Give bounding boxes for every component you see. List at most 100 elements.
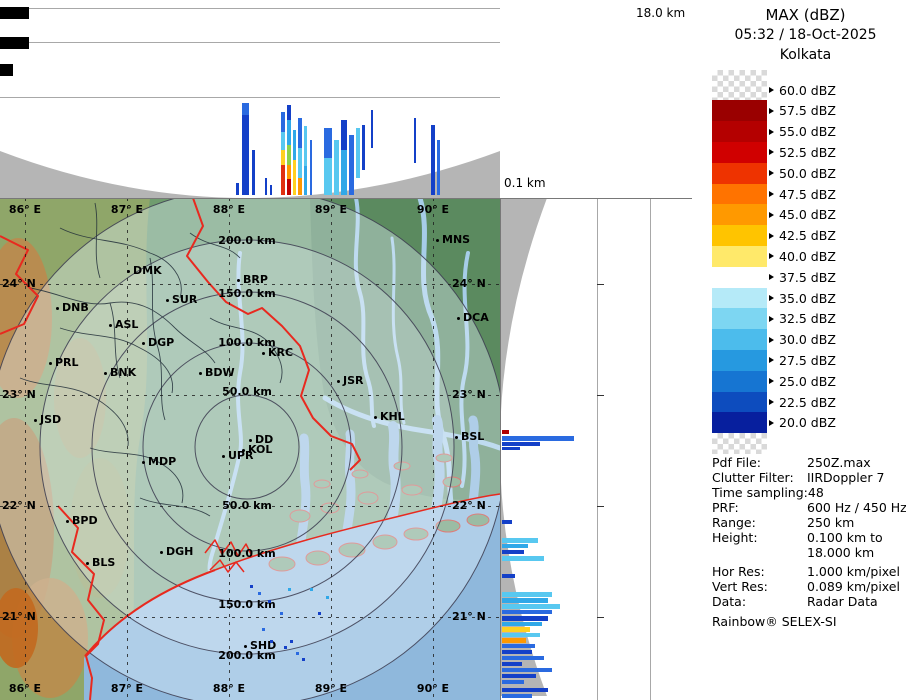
legend-entry: 35.0 dBZ [769,290,836,306]
echo-bar [502,622,542,626]
echo-speck [250,585,253,588]
lat-label: 22° N [452,499,486,512]
city-label: BSL [461,430,484,443]
map-panel: 86° E86° E87° E87° E88° E88° E89° E89° E… [0,198,500,700]
city-label: BLS [92,556,115,569]
height-gridline [650,198,651,700]
range-ring-label: 50.0 km [222,499,272,512]
echo-bar [502,436,574,441]
echo-bar [287,179,291,195]
echo-bar [502,538,538,543]
info-field-label: Pdf File: [712,455,761,470]
echo-speck [280,612,283,615]
info-row: Time sampling:48 [712,485,904,500]
city-dot [109,324,112,327]
legend-value-label: 25.0 dBZ [779,374,836,389]
legend-value-label: 45.0 dBZ [779,207,836,222]
legend-value-label: 27.5 dBZ [779,353,836,368]
city-label: BDW [205,366,235,379]
echo-bar [334,140,339,195]
tick-arrow-icon [769,337,774,343]
info-field-value: 18.000 km [807,545,874,560]
city-label: KHL [380,410,405,423]
lon-label: 89° E [315,682,347,695]
city-dot [337,380,340,383]
legend-value-label: 32.5 dBZ [779,311,836,326]
echo-bar [437,140,440,195]
echo-bar [287,145,291,165]
echo-bar [502,694,532,698]
echo-bar [502,656,544,660]
panel-divider [0,198,692,199]
legend-swatch [712,204,767,225]
info-field-value: Radar Data [807,594,878,609]
echo-bar [341,120,347,150]
echo-speck [268,600,271,603]
echo-bar [281,132,285,150]
city-label: DMK [133,264,162,277]
legend-swatch [712,329,767,350]
legend-entry: 30.0 dBZ [769,332,836,348]
city-dot [166,299,169,302]
echo-bar [298,178,302,195]
legend-swatch [712,267,767,288]
echo-bar [502,638,526,643]
legend-value-label: 40.0 dBZ [779,249,836,264]
legend-entry: 55.0 dBZ [769,124,836,140]
grid-tick [597,617,604,618]
city-dot [66,520,69,523]
echo-speck [270,640,273,643]
legend-entry: 60.0 dBZ [769,82,836,98]
tick-arrow-icon [769,108,774,114]
range-ring-label: 50.0 km [222,385,272,398]
legend-entry: 52.5 dBZ [769,144,836,160]
echo-bar [502,592,552,597]
city-dot [374,416,377,419]
info-row: Hor Res:1.000 km/pixel [712,564,904,579]
transparency-checker-bottom [712,433,767,454]
grid-parallel [0,617,500,618]
info-field-label: Vert Res: [712,579,768,594]
side-axis-min-label: 0.1 km [504,176,546,190]
legend-entry: 22.5 dBZ [769,394,836,410]
echo-speck [284,646,287,649]
legend-entry: 37.5 dBZ [769,269,836,285]
info-row: PRF:600 Hz / 450 Hz [712,500,904,515]
city-label: PRL [55,356,79,369]
legend-entry: 42.5 dBZ [769,228,836,244]
legend-entry: 47.5 dBZ [769,186,836,202]
city-dot [49,362,52,365]
grid-meridian [433,198,434,700]
legend-value-label: 30.0 dBZ [779,332,836,347]
tick-arrow-icon [769,274,774,280]
grid-tick [597,284,604,285]
echo-speck [310,588,313,591]
lon-label: 87° E [111,203,143,216]
echo-bar [265,178,267,195]
legend-swatch [712,412,767,433]
legend-entry: 20.0 dBZ [769,415,836,431]
city-label: BPD [72,514,98,527]
product-title: MAX (dBZ) [705,6,906,24]
echo-bar [304,166,307,195]
legend-value-label: 37.5 dBZ [779,270,836,285]
info-field-label: Data: [712,594,746,609]
echo-bar [502,616,548,621]
echo-bar [281,112,285,132]
echo-bar [324,128,332,158]
side-height-profile-panel [500,198,692,700]
lat-label: 24° N [452,277,486,290]
echo-speck [288,588,291,591]
city-label: SUR [172,293,197,306]
legend-value-label: 22.5 dBZ [779,395,836,410]
echo-bar [298,148,302,178]
echo-bar [287,165,291,179]
legend-swatch [712,100,767,121]
range-ring-label: 100.0 km [218,547,275,560]
legend-value-label: 52.5 dBZ [779,145,836,160]
lat-label: 24° N [2,277,36,290]
city-dot [86,562,89,565]
legend-swatch [712,246,767,267]
tick-arrow-icon [769,87,774,93]
echo-speck [318,612,321,615]
